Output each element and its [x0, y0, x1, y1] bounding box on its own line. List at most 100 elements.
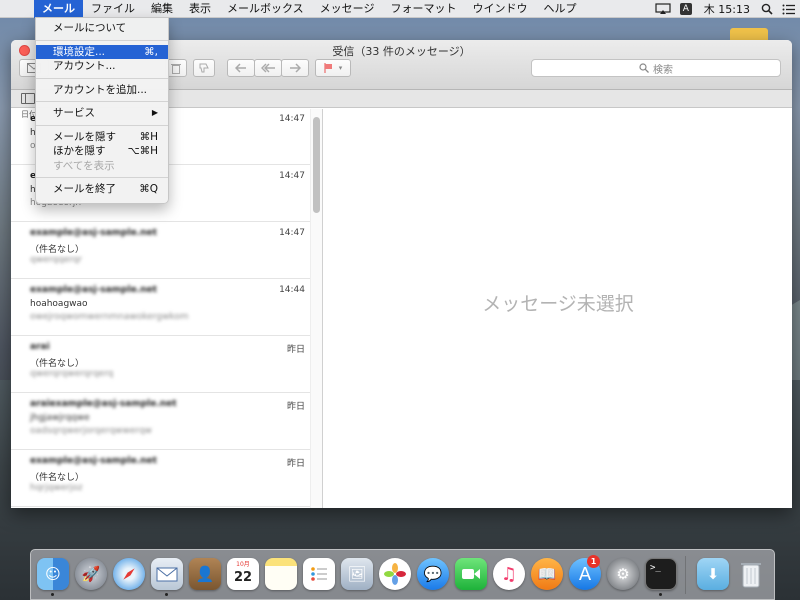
- contacts-icon[interactable]: 👤: [189, 558, 221, 590]
- messages-icon[interactable]: 💬: [417, 558, 449, 590]
- menu-edit[interactable]: 編集: [143, 0, 181, 18]
- list-scrollbar[interactable]: [310, 109, 322, 508]
- flag-icon: [324, 63, 332, 73]
- reply-all-button[interactable]: [254, 59, 282, 77]
- reminders-icon[interactable]: [303, 558, 335, 590]
- menu-bar: メール ファイル 編集 表示 メールボックス メッセージ フォーマット ウインド…: [0, 0, 800, 18]
- chevron-down-icon: ▾: [338, 64, 343, 72]
- menu-help[interactable]: ヘルプ: [535, 0, 584, 18]
- spotlight-icon[interactable]: [756, 0, 778, 18]
- launchpad-icon[interactable]: 🚀: [75, 558, 107, 590]
- menu-item-preferences[interactable]: 環境設定... ⌘,: [36, 44, 168, 59]
- trash-icon: [171, 63, 181, 74]
- message-row[interactable]: example@asj-sample.net hoahoagwao owejro…: [11, 280, 311, 336]
- finder-icon[interactable]: ☺: [37, 558, 69, 590]
- reply-button[interactable]: [227, 59, 255, 77]
- calendar-icon[interactable]: 10月 22: [227, 558, 259, 590]
- menu-extras: A 木 15:13: [652, 0, 800, 18]
- menu-separator: [36, 124, 168, 126]
- forward-button[interactable]: [281, 59, 309, 77]
- no-message-selected-text: メッセージ未選択: [482, 293, 634, 315]
- menu-separator: [36, 177, 168, 178]
- calendar-day: 22: [233, 569, 253, 585]
- preview-icon[interactable]: 🖼: [341, 558, 373, 590]
- message-preview: hqrjqwerjoz: [30, 483, 83, 493]
- message-subject: hoahoagwao: [30, 299, 88, 309]
- menu-item-hide-others[interactable]: ほかを隠す ⌥⌘H: [36, 144, 168, 159]
- menu-item-quit-mail[interactable]: メールを終了 ⌘Q: [36, 182, 168, 197]
- message-row[interactable]: araiexample@asj-sample.net jhgjawjrqqwe …: [11, 394, 311, 450]
- running-indicator: [51, 593, 54, 596]
- reading-pane: メッセージ未選択: [324, 109, 792, 508]
- message-sender: araiexample@asj-sample.net: [30, 399, 177, 409]
- system-preferences-icon[interactable]: ⚙: [607, 558, 639, 590]
- message-preview: oadsqrqwerjorqerqwwerqw: [30, 426, 152, 436]
- notes-icon[interactable]: [265, 558, 297, 590]
- flag-button[interactable]: ▾: [315, 59, 351, 77]
- message-subject: jhgjawjrqqwe: [30, 413, 90, 423]
- trash-icon[interactable]: [735, 558, 767, 590]
- menu-view[interactable]: 表示: [181, 0, 219, 18]
- menu-window[interactable]: ウインドウ: [464, 0, 535, 18]
- menu-item-add-account[interactable]: アカウントを追加...: [36, 83, 168, 98]
- menubar-clock[interactable]: 木 15:13: [698, 1, 756, 17]
- sidebar-toggle-icon[interactable]: [21, 93, 35, 104]
- shortcut-label: ⌥⌘H: [127, 145, 159, 157]
- menu-item-hide-mail[interactable]: メールを隠す ⌘H: [36, 130, 168, 145]
- message-preview: owejroqwomwernmnawokergwkom: [30, 312, 189, 322]
- safari-icon[interactable]: [113, 558, 145, 590]
- input-source-indicator[interactable]: A: [679, 3, 692, 15]
- menu-message[interactable]: メッセージ: [312, 0, 383, 18]
- message-subject: （件名なし）: [30, 473, 85, 483]
- shortcut-label: ⌘,: [144, 45, 158, 58]
- terminal-icon[interactable]: >_: [645, 558, 677, 590]
- running-indicator: [165, 593, 168, 596]
- menu-separator: [36, 101, 168, 102]
- mail-app-icon[interactable]: [151, 558, 183, 590]
- facetime-icon[interactable]: [455, 558, 487, 590]
- message-time: 14:47: [279, 114, 305, 124]
- menu-item-accounts[interactable]: アカウント...: [36, 59, 168, 74]
- menu-separator: [36, 39, 168, 41]
- menu-mail[interactable]: メール: [34, 0, 83, 18]
- menu-file[interactable]: ファイル: [83, 0, 143, 18]
- ibooks-icon[interactable]: 📖: [531, 558, 563, 590]
- message-sender: example@asj-sample.net: [30, 456, 157, 466]
- message-sender: example@asj-sample.net: [30, 285, 157, 295]
- reply-icon: [235, 63, 246, 73]
- junk-button[interactable]: [193, 59, 215, 77]
- message-time: 14:47: [279, 171, 305, 181]
- message-sender: arai: [30, 342, 50, 352]
- scroll-thumb[interactable]: [313, 117, 320, 213]
- message-preview: qwerqqerqr: [30, 255, 83, 265]
- message-time: 昨日: [286, 402, 305, 412]
- search-field[interactable]: 検索: [531, 59, 781, 77]
- shortcut-label: ⌘Q: [139, 183, 158, 195]
- photos-icon[interactable]: [379, 558, 411, 590]
- message-sender: example@asj-sample.net: [30, 228, 157, 238]
- shortcut-label: ⌘H: [139, 130, 158, 143]
- search-icon: [639, 63, 649, 73]
- message-row[interactable]: example@asj-sample.net （件名なし） hqrjqwerjo…: [11, 451, 311, 507]
- downloads-folder-icon[interactable]: ⬇: [697, 558, 729, 590]
- message-row[interactable]: example@asj-sample.net （件名なし） qwerqqerqr…: [11, 223, 311, 279]
- menu-item-about[interactable]: メールについて: [36, 21, 168, 36]
- reply-all-icon: [261, 63, 275, 73]
- message-preview: qwerqrqwerqrqerq: [30, 369, 114, 379]
- menu-format[interactable]: フォーマット: [382, 0, 464, 18]
- menu-separator: [36, 77, 168, 79]
- dock-separator: [685, 556, 686, 594]
- search-placeholder: 検索: [653, 64, 673, 76]
- message-row[interactable]: arai （件名なし） qwerqrqwerqrqerq 昨日: [11, 337, 311, 393]
- menu-mailbox[interactable]: メールボックス: [219, 0, 312, 18]
- menu-item-show-all: すべてを表示: [53, 159, 115, 172]
- airplay-icon[interactable]: [652, 0, 674, 18]
- thumbs-down-icon: [199, 63, 209, 73]
- notification-center-icon[interactable]: [778, 0, 800, 18]
- message-time: 昨日: [286, 459, 305, 469]
- itunes-icon[interactable]: ♫: [493, 558, 525, 590]
- message-subject: （件名なし）: [30, 245, 85, 255]
- mail-app-menu: メールについて 環境設定... ⌘, アカウント... アカウントを追加... サ…: [35, 17, 169, 204]
- message-time: 昨日: [286, 345, 305, 355]
- menu-item-services[interactable]: サービス ▶: [36, 106, 168, 121]
